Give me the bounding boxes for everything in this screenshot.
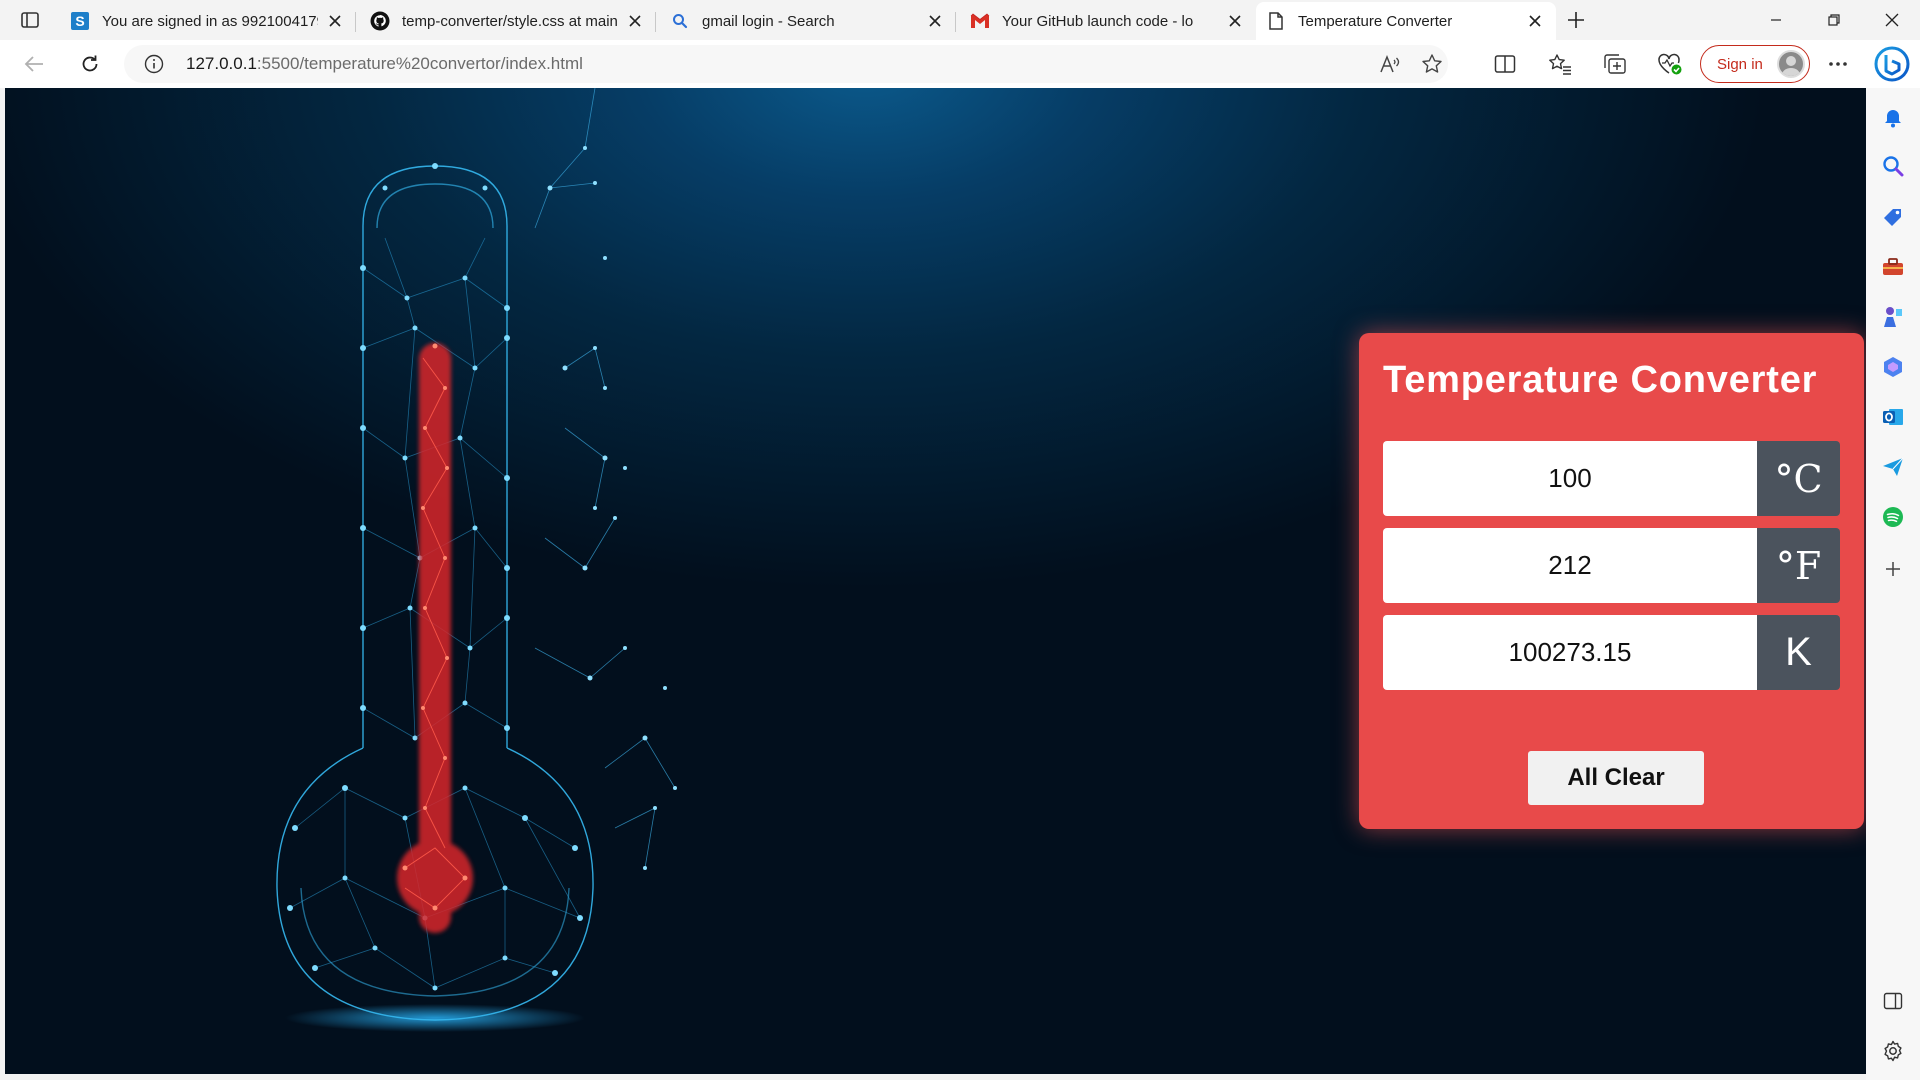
converter-title: Temperature Converter	[1383, 359, 1818, 401]
tab-title: Temperature Converter	[1298, 12, 1453, 30]
url-text: 127.0.0.1:5500/temperature%20convertor/i…	[186, 54, 583, 74]
favorites-icon[interactable]	[1546, 50, 1574, 78]
thermometer-illustration	[276, 88, 677, 1032]
minimize-icon	[1771, 19, 1781, 21]
copilot-button[interactable]	[1872, 44, 1912, 84]
close-icon	[1885, 13, 1899, 27]
microsoft-365-icon[interactable]	[1880, 354, 1906, 380]
refresh-icon	[82, 55, 98, 72]
close-icon[interactable]	[1224, 10, 1246, 32]
close-icon[interactable]	[324, 10, 346, 32]
tab-actions-icon	[21, 12, 39, 28]
kelvin-input-wrap	[1383, 615, 1757, 690]
send-plane-icon[interactable]	[1880, 454, 1906, 480]
info-icon[interactable]	[144, 54, 164, 74]
tab-signed-in[interactable]: S You are signed in as 99210041792	[60, 4, 356, 38]
games-icon[interactable]	[1880, 304, 1906, 330]
new-tab-button[interactable]	[1560, 6, 1592, 34]
kelvin-unit-label: K	[1757, 615, 1840, 690]
tab-separator	[955, 12, 956, 32]
tab-gmail-search[interactable]: gmail login - Search	[660, 4, 956, 38]
avatar	[1777, 50, 1805, 78]
outlook-icon[interactable]	[1880, 404, 1906, 430]
search-icon	[670, 11, 690, 31]
fahrenheit-unit-label: °F	[1757, 528, 1840, 603]
hide-sidebar-icon[interactable]	[1880, 988, 1906, 1014]
split-screen-icon[interactable]	[1491, 50, 1519, 78]
more-options-icon[interactable]	[1824, 50, 1852, 78]
collections-icon[interactable]	[1601, 50, 1629, 78]
read-aloud-icon[interactable]	[1378, 52, 1402, 76]
close-icon[interactable]	[924, 10, 946, 32]
close-icon[interactable]	[1524, 10, 1546, 32]
svg-text:S: S	[75, 13, 84, 29]
url-path: :5500/temperature%20convertor/index.html	[256, 54, 583, 73]
celsius-input[interactable]	[1383, 441, 1757, 516]
s-logo-icon: S	[70, 11, 90, 31]
sign-in-label: Sign in	[1717, 55, 1763, 73]
restore-icon	[1828, 14, 1840, 26]
plus-icon	[1568, 12, 1584, 28]
back-arrow-icon	[24, 56, 43, 72]
tab-title: gmail login - Search	[702, 12, 835, 30]
tab-separator	[355, 12, 356, 32]
tools-toolbox-icon[interactable]	[1880, 254, 1906, 280]
copilot-icon	[1874, 46, 1910, 82]
close-icon[interactable]	[624, 10, 646, 32]
tab-title: Your GitHub launch code - lo	[1002, 12, 1194, 30]
fahrenheit-input[interactable]	[1383, 528, 1757, 603]
url-host: 127.0.0.1	[186, 54, 257, 73]
tab-temperature-converter[interactable]: Temperature Converter	[1256, 2, 1556, 40]
github-icon	[370, 11, 390, 31]
address-bar[interactable]: 127.0.0.1:5500/temperature%20convertor/i…	[124, 45, 1448, 83]
back-button[interactable]	[16, 48, 52, 80]
tab-actions-button[interactable]	[10, 6, 50, 34]
kelvin-row: K	[1383, 615, 1840, 690]
tab-github-launch-code[interactable]: Your GitHub launch code - lo	[960, 4, 1256, 38]
celsius-unit-label: °C	[1757, 441, 1840, 516]
edge-sidebar	[1866, 88, 1920, 1080]
address-toolbar: 127.0.0.1:5500/temperature%20convertor/i…	[0, 40, 1920, 88]
all-clear-button[interactable]: All Clear	[1528, 751, 1704, 805]
notification-bell-icon[interactable]	[1880, 104, 1906, 130]
refresh-button[interactable]	[72, 48, 108, 80]
shopping-tag-icon[interactable]	[1880, 204, 1906, 230]
restore-button[interactable]	[1806, 0, 1862, 40]
fahrenheit-input-wrap	[1383, 528, 1757, 603]
gmail-icon	[970, 11, 990, 31]
celsius-input-wrap	[1383, 441, 1757, 516]
kelvin-input[interactable]	[1383, 615, 1757, 690]
sign-in-button[interactable]: Sign in	[1700, 45, 1810, 83]
tab-title: temp-converter/style.css at main	[402, 12, 618, 30]
fahrenheit-row: °F	[1383, 528, 1840, 603]
converter-card: Temperature Converter °C °F K All Clear	[1359, 333, 1864, 829]
spotify-icon[interactable]	[1880, 504, 1906, 530]
tab-title: You are signed in as 99210041792	[102, 12, 318, 30]
celsius-row: °C	[1383, 441, 1840, 516]
browser-essentials-icon[interactable]	[1656, 50, 1684, 78]
page-viewport: Temperature Converter °C °F K All Clear	[5, 88, 1866, 1074]
tab-separator	[655, 12, 656, 32]
minimize-button[interactable]	[1748, 0, 1804, 40]
close-window-button[interactable]	[1864, 0, 1920, 40]
tab-github-style[interactable]: temp-converter/style.css at main	[360, 4, 656, 38]
page-icon	[1266, 11, 1286, 31]
search-icon[interactable]	[1880, 153, 1906, 179]
favorite-star-icon[interactable]	[1420, 52, 1444, 76]
tab-strip: S You are signed in as 99210041792 temp-…	[0, 0, 1920, 40]
settings-gear-icon[interactable]	[1880, 1038, 1906, 1064]
add-sidebar-app-icon[interactable]	[1880, 556, 1906, 582]
